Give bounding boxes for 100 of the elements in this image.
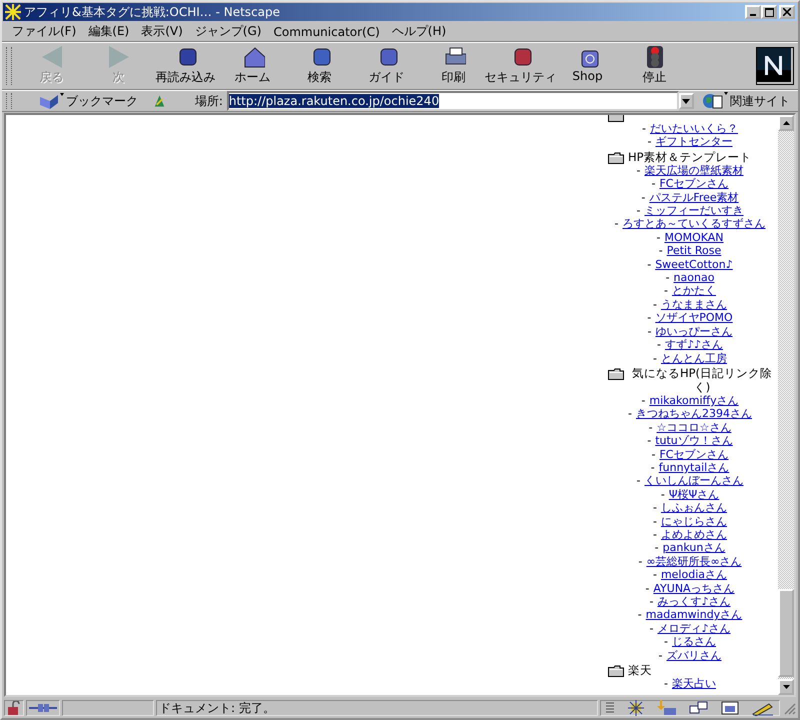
toolbar-button[interactable]: ホーム (219, 45, 286, 87)
list-dash: - (636, 204, 640, 218)
site-link[interactable]: ミッフィーだいすき (644, 204, 744, 218)
site-link[interactable]: funnytailさん (658, 460, 730, 474)
location-label: 場所: (194, 92, 223, 110)
site-link[interactable]: ∞芸総研所長∞さん (646, 554, 742, 568)
security-lock-icon[interactable] (4, 700, 24, 716)
menu-item[interactable]: ヘルプ(H) (386, 23, 452, 40)
scroll-down-button[interactable] (778, 679, 794, 695)
site-link[interactable]: FCセブンさん (659, 177, 728, 191)
site-link[interactable]: mikakomiffyさん (649, 394, 739, 408)
site-link[interactable]: ゆいっぴーさん (655, 324, 732, 338)
menu-item[interactable]: 表示(V) (135, 23, 189, 40)
n-logo-icon (757, 48, 791, 82)
list-dash: - (647, 258, 652, 272)
toolbar-button[interactable]: 印刷 (420, 45, 487, 87)
site-link[interactable]: pankunさん (662, 541, 726, 555)
folder-icon (608, 665, 624, 678)
site-link[interactable]: Petit Rose (666, 244, 722, 258)
list-dash: - (653, 514, 657, 528)
site-link[interactable]: とかたく (672, 284, 716, 298)
composer-icon[interactable] (719, 700, 742, 716)
vertical-scrollbar[interactable] (778, 115, 794, 695)
toolbar-button[interactable]: Shop (554, 45, 621, 87)
list-dash: - (649, 595, 654, 608)
maximize-button[interactable] (761, 5, 777, 19)
site-link[interactable]: ギフトセンター (655, 135, 732, 149)
list-dash: - (647, 434, 652, 448)
folder-icon (608, 368, 624, 380)
scroll-up-button[interactable] (778, 115, 794, 131)
related-sites-button[interactable]: 関連サイト (698, 92, 794, 110)
site-link[interactable]: MOMOKAN (664, 230, 724, 244)
list-dash: - (656, 338, 661, 352)
site-link[interactable]: ズバリさん (666, 648, 722, 662)
site-link[interactable]: しふぉんさん (660, 501, 727, 515)
list-dash: - (645, 582, 650, 595)
toolbar-button[interactable]: セキュリティ (487, 45, 554, 87)
resize-grip-icon[interactable] (782, 701, 796, 715)
site-link[interactable]: ソザイヤPOMO (655, 311, 733, 325)
list-dash: - (642, 122, 646, 136)
toolbar-button[interactable]: ガイド (353, 45, 420, 87)
component-bar-grip-icon[interactable] (605, 701, 615, 715)
mail-icon[interactable] (656, 700, 678, 716)
menu-item[interactable]: 編集(E) (82, 23, 136, 40)
site-link[interactable]: SweetCotton♪ (655, 258, 733, 272)
site-link[interactable]: メロディ♪さん (657, 622, 730, 636)
site-link[interactable]: みっくす♪さん (657, 595, 730, 608)
scroll-thumb[interactable] (778, 589, 794, 677)
toolbar-grip[interactable] (6, 93, 12, 109)
site-link[interactable]: パステルFree素材 (649, 190, 739, 204)
site-link[interactable]: 楽天占い (672, 677, 716, 690)
site-link[interactable]: くいしんぼーんさん (644, 474, 744, 488)
maximize-icon (764, 8, 774, 16)
section-title: HP素材＆テンプレート (628, 150, 752, 164)
list-dash: - (653, 501, 657, 515)
menu-item[interactable]: Communicator(C) (267, 24, 386, 38)
list-dash: - (660, 488, 665, 502)
site-link[interactable]: AYUNAっちさん (653, 582, 735, 595)
site-link[interactable]: Ψ桜Ψさん (668, 488, 720, 502)
app-icon (5, 4, 21, 20)
section-title: 気になるHP(日記リンク除く) (630, 366, 774, 394)
site-link[interactable]: 楽天広場の壁紙素材 (644, 164, 744, 178)
site-link[interactable]: じるさん (672, 635, 716, 649)
bookmarks-button[interactable]: ブックマーク (34, 92, 142, 110)
chat-bubbles-icon[interactable] (688, 700, 710, 716)
site-link[interactable]: FCセブンさん (659, 448, 728, 461)
toolbar-grip[interactable] (6, 47, 12, 85)
minimize-button[interactable] (745, 5, 761, 19)
list-dash: - (641, 190, 646, 204)
toolbar-button[interactable]: 停止 (621, 45, 688, 87)
site-link[interactable]: にゃじらさん (660, 514, 727, 528)
list-dash: - (636, 164, 640, 178)
section-title: 楽天 (628, 663, 652, 678)
menu-item[interactable]: ジャンプ(G) (188, 23, 268, 40)
site-link[interactable]: melodiaさん (660, 568, 728, 582)
site-link[interactable]: ろすとあ～ていくるすずさん (622, 217, 766, 231)
site-link[interactable]: naonao (674, 271, 714, 284)
up-arrow-icon (782, 121, 790, 125)
site-link[interactable]: だいたいいくら？ (650, 122, 738, 136)
site-link[interactable]: tutuゾウ！さん (655, 434, 733, 448)
site-link[interactable]: きつねちゃん2394さん (636, 407, 752, 421)
site-link[interactable]: すず♪♪さん (664, 338, 724, 352)
menu-item[interactable]: ファイル(F) (6, 23, 82, 40)
list-dash: - (648, 135, 652, 149)
site-link[interactable]: うなままさん (660, 298, 727, 312)
list-dash: - (649, 622, 654, 636)
dropdown-button[interactable] (678, 93, 694, 109)
close-button[interactable] (779, 5, 795, 19)
connection-plug-icon[interactable] (26, 700, 60, 716)
list-dash: - (650, 460, 655, 474)
caret-icon (682, 98, 690, 104)
site-link[interactable]: ☆ココロ☆さん (656, 420, 732, 434)
toolbar-button[interactable]: 再読み込み (152, 45, 219, 87)
site-link[interactable]: madamwindyさん (646, 608, 742, 622)
netscape-logo[interactable] (756, 47, 794, 85)
toolbar-button[interactable]: 検索 (286, 45, 353, 87)
site-link[interactable]: よめよめさん (660, 528, 727, 542)
folder-icon (608, 152, 624, 164)
site-link[interactable]: とんとん工房 (660, 352, 727, 365)
url-field[interactable]: http://plaza.rakuten.co.jp/ochie240 (226, 91, 679, 111)
